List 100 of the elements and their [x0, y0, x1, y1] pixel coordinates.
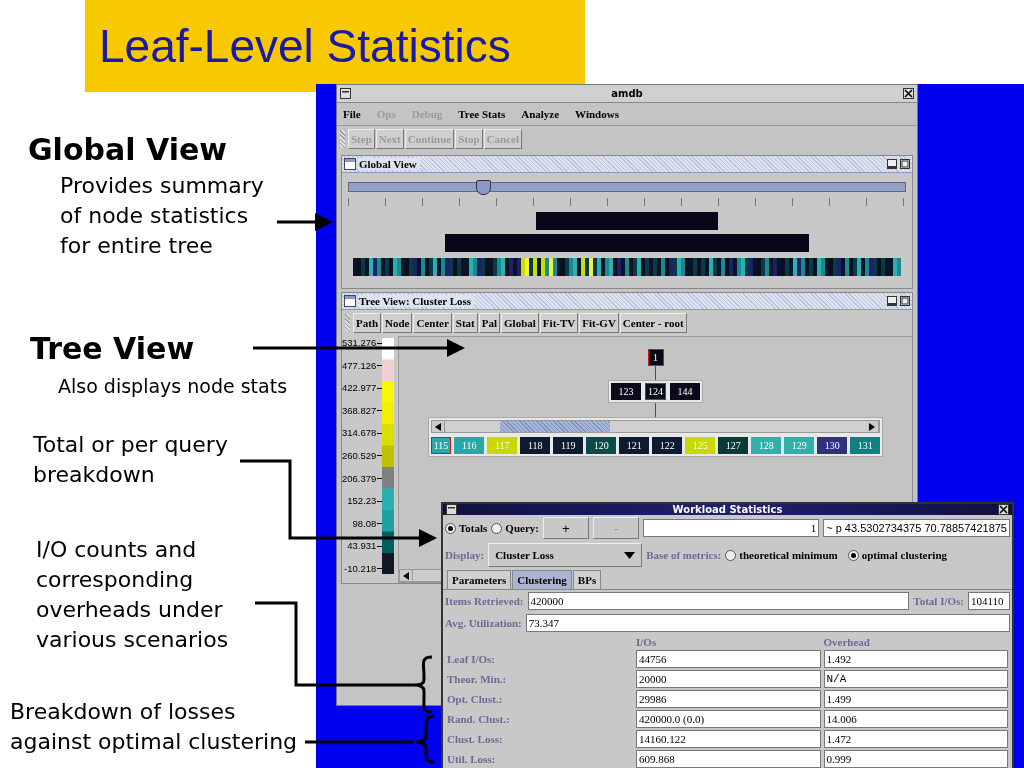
- field-label: Items Retrieved:: [445, 595, 524, 607]
- dropdown[interactable]: Cluster Loss: [488, 543, 643, 567]
- tab[interactable]: Parameters: [447, 570, 512, 589]
- menu-item[interactable]: Analyze: [521, 108, 560, 120]
- toolbar-button[interactable]: Stat: [452, 313, 478, 333]
- tree-node[interactable]: 124: [645, 383, 666, 400]
- row-label: Opt. Clust.:: [447, 693, 504, 705]
- annotation-text: Provides summary of node statistics for entire tree: [60, 172, 265, 260]
- legend-label: 260.529: [342, 450, 377, 461]
- table-cell: 609.868: [636, 750, 821, 768]
- input-field[interactable]: ~ p 43.5302734375 70.78857421875: [823, 519, 1010, 537]
- tree-node[interactable]: 119: [553, 437, 584, 454]
- row-label: Util. Loss:: [447, 753, 497, 765]
- radio-option[interactable]: Query:: [491, 522, 539, 534]
- toolbar-button[interactable]: Center: [413, 313, 452, 333]
- slider-track[interactable]: [348, 182, 906, 192]
- table-cell: 20000: [636, 670, 821, 688]
- tree-node[interactable]: 122: [652, 437, 683, 454]
- toolbar-grip[interactable]: [345, 314, 350, 332]
- caret-icon: [624, 551, 636, 559]
- input-field[interactable]: 104110: [968, 592, 1010, 610]
- scroll-left-icon[interactable]: [434, 422, 441, 431]
- tree-node[interactable]: 1: [647, 349, 664, 366]
- menu-item[interactable]: Windows: [575, 108, 619, 120]
- maximize-icon[interactable]: [900, 296, 910, 306]
- tree-node[interactable]: 118: [520, 437, 551, 454]
- annotation-text: Breakdown of losses against optimal clustering: [10, 698, 299, 756]
- input-field[interactable]: 1: [643, 519, 820, 537]
- annotation-text: Also displays node stats: [58, 374, 289, 399]
- menu-item[interactable]: File: [343, 108, 361, 120]
- scroll-right-icon[interactable]: [869, 422, 876, 431]
- toolbar-button[interactable]: Global: [501, 313, 539, 333]
- legend-label: 314.678: [342, 428, 377, 439]
- tree-node[interactable]: 130: [817, 437, 848, 454]
- toolbar-button[interactable]: Node: [382, 313, 413, 333]
- table-cell: 14.006: [823, 710, 1008, 728]
- legend-label: 422.977: [342, 383, 377, 394]
- slide-title: Leaf-Level Statistics: [99, 19, 511, 73]
- annotation-heading: Global View: [28, 135, 228, 165]
- annotation-heading: Tree View: [30, 334, 196, 364]
- close-icon[interactable]: [998, 504, 1009, 515]
- radio-option[interactable]: optimal clustering: [847, 549, 947, 561]
- input-field[interactable]: 73.347: [525, 614, 1010, 632]
- legend-label: 206.379: [342, 473, 377, 484]
- toolbar-button[interactable]: Fit-TV: [539, 313, 579, 333]
- scroll-left-icon[interactable]: [403, 571, 409, 580]
- panel-title: Global View: [359, 158, 420, 170]
- table-cell: 14160.122: [636, 730, 821, 748]
- close-icon[interactable]: [903, 88, 914, 99]
- field-label: Base of metrics:: [646, 549, 722, 561]
- table-cell: 1.472: [823, 730, 1008, 748]
- row-label: Rand. Clust.:: [447, 713, 511, 725]
- tab[interactable]: BPs: [572, 570, 602, 589]
- slider-thumb[interactable]: [476, 180, 492, 195]
- tree-node[interactable]: 121: [619, 437, 650, 454]
- radio-option[interactable]: Totals: [445, 522, 488, 534]
- dialog-title: Workload Statistics: [672, 504, 783, 515]
- minimize-icon[interactable]: [887, 296, 897, 306]
- table-cell: 44756: [636, 650, 821, 668]
- toolbar-button[interactable]: Pal: [478, 313, 501, 333]
- dialog-button[interactable]: +: [542, 517, 590, 539]
- tree-node[interactable]: 120: [586, 437, 617, 454]
- row-label: Clust. Loss:: [447, 733, 504, 745]
- input-field[interactable]: 420000: [527, 592, 910, 610]
- tree-node[interactable]: 123: [611, 383, 641, 400]
- table-cell: 420000.0 (0.0): [636, 710, 821, 728]
- field-label: Avg. Utilization:: [445, 617, 522, 629]
- tree-node[interactable]: 144: [670, 383, 700, 400]
- pointer-arrow: [277, 213, 333, 231]
- brace-drawing: [412, 655, 433, 714]
- radio-option[interactable]: theoretical minimum: [725, 549, 838, 561]
- radio-icon[interactable]: [847, 549, 859, 561]
- table-cell: 29986: [636, 690, 821, 708]
- legend-label: 531.276: [342, 338, 377, 348]
- table-cell: 1.492: [823, 650, 1008, 668]
- radio-icon[interactable]: [445, 522, 456, 534]
- scrollbar[interactable]: [430, 420, 881, 433]
- tree-node[interactable]: 127: [718, 437, 749, 454]
- toolbar-button[interactable]: Fit-GV: [579, 313, 619, 333]
- window-menu-icon[interactable]: [446, 504, 457, 515]
- brace-drawing: [414, 714, 435, 764]
- toolbar-button[interactable]: Center - root: [619, 313, 687, 333]
- radio-icon[interactable]: [725, 549, 737, 561]
- tree-node[interactable]: 131: [850, 437, 881, 454]
- panel-title: Tree View: Cluster Loss: [359, 295, 475, 307]
- minimize-icon[interactable]: [887, 159, 897, 169]
- row-label: Theor. Min.:: [447, 673, 508, 685]
- tab[interactable]: Clustering: [512, 570, 572, 589]
- menu-item[interactable]: Tree Stats: [458, 108, 506, 120]
- table-cell: 1.499: [823, 690, 1008, 708]
- column-header: I/Os: [636, 636, 658, 648]
- window-menu-icon[interactable]: [340, 88, 351, 99]
- field-label: Display:: [445, 549, 485, 561]
- toolbar-button[interactable]: Path: [353, 313, 381, 333]
- annotation-text: Total or per query breakdown: [33, 431, 229, 489]
- radio-icon[interactable]: [491, 522, 503, 534]
- toolbar-grip[interactable]: [340, 130, 345, 148]
- window-title: amdb: [611, 88, 643, 99]
- column-header: Overhead: [823, 636, 871, 648]
- maximize-icon[interactable]: [900, 159, 910, 169]
